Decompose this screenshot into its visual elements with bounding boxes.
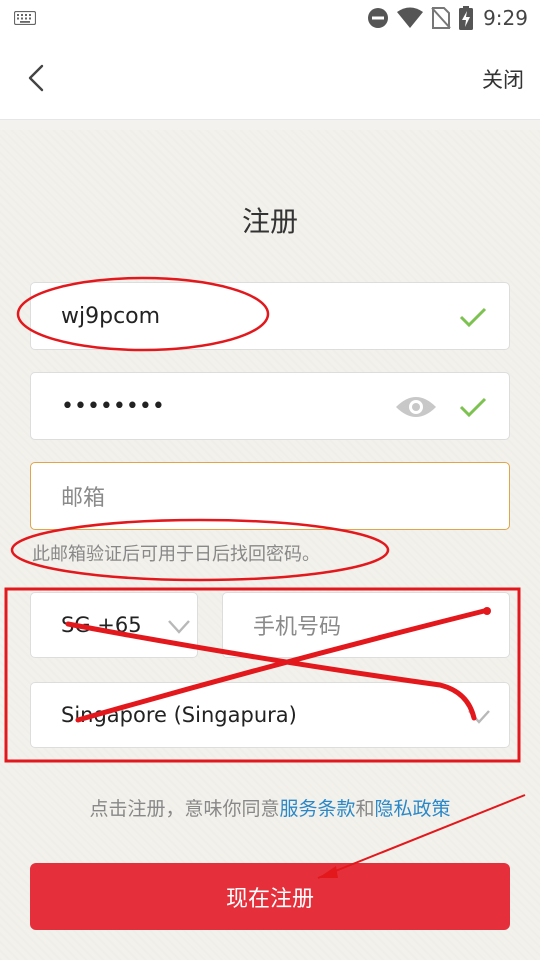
password-value: •••••••• [61, 393, 165, 419]
page-title: 注册 [241, 205, 298, 238]
checkmark-icon [459, 397, 487, 417]
status-bar: 9:29 [0, 0, 540, 36]
email-hint: 此邮箱验证后可用于日后找回密码。 [32, 544, 320, 565]
battery-icon [459, 6, 474, 30]
country-name-value: Singapore (Singapura) [61, 703, 297, 727]
navigation-bar: 关闭 [0, 36, 540, 120]
no-sim-icon [431, 7, 451, 29]
chevron-left-icon [28, 64, 44, 92]
back-button[interactable] [20, 58, 60, 98]
terms-of-service-link[interactable]: 服务条款 [279, 798, 355, 820]
username-value: wj9pcom [61, 303, 161, 329]
email-placeholder: 邮箱 [61, 486, 106, 511]
password-field[interactable]: •••••••• [30, 372, 510, 440]
chevron-down-icon [168, 620, 190, 634]
country-code-select[interactable]: SG +65 [30, 592, 198, 658]
wifi-icon [397, 7, 424, 28]
show-password-eye-icon[interactable] [395, 393, 437, 421]
agreement-text: 点击注册，意味你同意服务条款和隐私政策 [0, 794, 540, 821]
dnd-icon [368, 8, 389, 28]
phone-placeholder: 手机号码 [253, 615, 342, 640]
username-field[interactable]: wj9pcom [30, 282, 510, 350]
register-now-button[interactable]: 现在注册 [30, 863, 510, 930]
status-time: 9:29 [483, 6, 528, 30]
keyboard-icon [13, 10, 37, 29]
phone-number-field[interactable]: 手机号码 [222, 592, 510, 658]
register-form: 注册 wj9pcom •••••••• 邮箱 此邮箱验证后可用于日后找回密码。 … [0, 130, 540, 960]
country-select[interactable]: Singapore (Singapura) [30, 682, 510, 748]
agreement-and: 和 [355, 798, 375, 820]
checkmark-icon [459, 307, 487, 327]
close-button[interactable]: 关闭 [482, 64, 524, 94]
chevron-down-icon [468, 710, 490, 724]
country-code-value: SG +65 [61, 613, 142, 637]
privacy-policy-link[interactable]: 隐私政策 [375, 798, 451, 820]
agreement-prefix: 点击注册，意味你同意 [89, 798, 280, 820]
email-field[interactable]: 邮箱 [30, 462, 510, 530]
